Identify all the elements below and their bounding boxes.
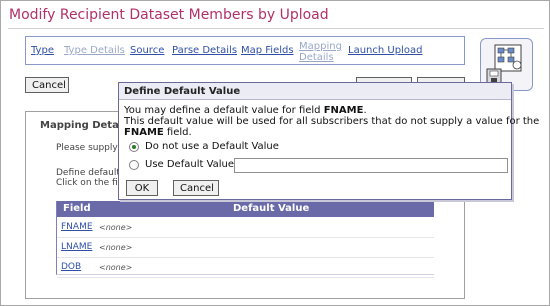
column-header-field: Field bbox=[63, 203, 91, 214]
table-header: Field Default Value bbox=[57, 201, 434, 217]
table-row: FNAME <none> bbox=[57, 218, 434, 238]
tab-type[interactable]: Type bbox=[31, 45, 54, 56]
tab-mapping-details-line2: Details bbox=[299, 52, 334, 63]
field-mapping-table: Field Default Value FNAME <none> LNAME <… bbox=[56, 201, 434, 278]
tab-launch-upload[interactable]: Launch Upload bbox=[348, 45, 422, 56]
use-default-radio[interactable] bbox=[129, 160, 139, 170]
field-name-emphasis: FNAME bbox=[124, 127, 164, 138]
define-default-value-dialog: Define Default Value You may define a de… bbox=[118, 82, 539, 200]
define-default-text: Define default bbox=[56, 168, 120, 178]
default-value-cell: <none> bbox=[99, 223, 133, 232]
field-link-fname[interactable]: FNAME bbox=[61, 222, 93, 232]
no-default-radio[interactable] bbox=[129, 142, 139, 152]
page-title: Modify Recipient Dataset Members by Uplo… bbox=[9, 7, 329, 23]
field-link-dob[interactable]: DOB bbox=[61, 262, 81, 272]
cancel-button-top[interactable]: Cancel bbox=[25, 77, 69, 93]
default-value-input[interactable] bbox=[234, 158, 508, 173]
page: Modify Recipient Dataset Members by Uplo… bbox=[0, 0, 550, 306]
table-row: DOB <none> bbox=[57, 258, 434, 278]
tab-parse-details[interactable]: Parse Details bbox=[172, 45, 237, 56]
no-default-label[interactable]: Do not use a Default Value bbox=[145, 141, 279, 152]
dialog-titlebar[interactable]: Define Default Value bbox=[119, 83, 511, 100]
instruction-text: Please supply bbox=[56, 143, 118, 153]
panel-heading: Mapping Detail bbox=[40, 120, 126, 131]
table-row: LNAME <none> bbox=[57, 238, 434, 258]
field-name-emphasis: FNAME bbox=[323, 105, 364, 116]
default-value-cell: <none> bbox=[99, 263, 133, 272]
tab-mapping-details: Mapping Details bbox=[299, 41, 342, 63]
tab-source[interactable]: Source bbox=[130, 45, 164, 56]
dialog-description-line1: You may define a default value for field… bbox=[124, 105, 367, 116]
ok-button[interactable]: OK bbox=[126, 180, 158, 196]
title-divider bbox=[8, 28, 544, 29]
tab-map-fields[interactable]: Map Fields bbox=[241, 45, 294, 56]
column-header-default-value: Default Value bbox=[233, 203, 310, 214]
tab-mapping-details-line1: Mapping bbox=[299, 41, 342, 52]
dialog-description-line3: FNAME field. bbox=[124, 127, 192, 138]
dialog-cancel-button[interactable]: Cancel bbox=[173, 180, 219, 196]
dialog-description-line2: This default value will be used for all … bbox=[124, 116, 540, 127]
click-field-text: Click on the fi bbox=[56, 178, 118, 188]
default-value-cell: <none> bbox=[99, 243, 133, 252]
field-link-lname[interactable]: LNAME bbox=[61, 242, 92, 252]
tab-type-details: Type Details bbox=[64, 45, 125, 56]
dialog-title: Define Default Value bbox=[124, 86, 241, 97]
use-default-label[interactable]: Use Default Value: bbox=[145, 159, 237, 170]
wizard-step-bar: Type Type Details Source Parse Details M… bbox=[25, 36, 465, 65]
